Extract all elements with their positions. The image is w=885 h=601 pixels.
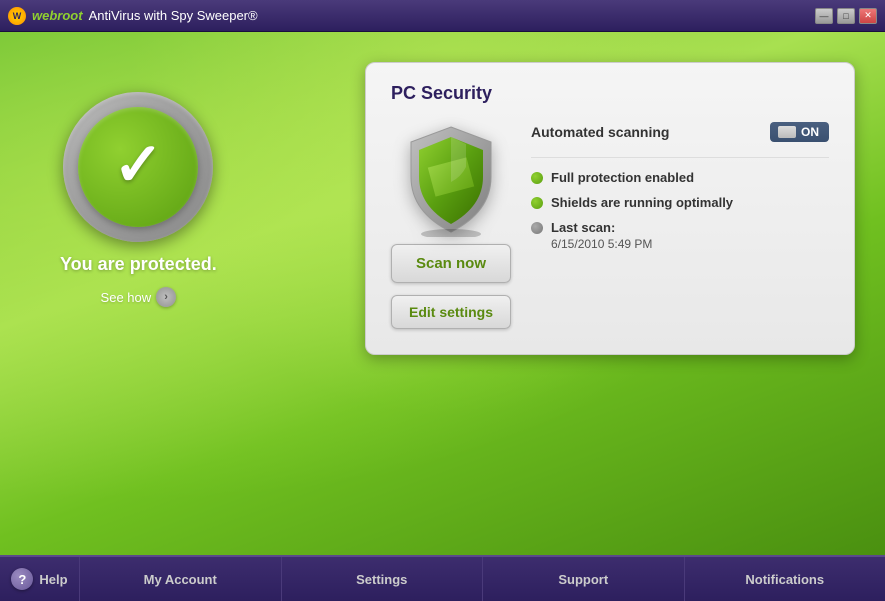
main-area: ✓ You are protected. See how › PC Securi… — [0, 32, 885, 555]
bottom-nav: ? Help My Account Settings Support Notif… — [0, 555, 885, 601]
nav-item-support[interactable]: Support — [483, 557, 685, 601]
panel-left: Scan now Edit settings — [391, 122, 511, 329]
nav-support-label: Support — [558, 572, 608, 587]
status-dot-gray — [531, 222, 543, 234]
status-list: Full protection enabled Shields are runn… — [531, 170, 829, 251]
last-scan-label: Last scan: — [551, 220, 652, 235]
status-dot-green-2 — [531, 197, 543, 209]
see-how-text: See how — [101, 290, 152, 305]
security-panel: PC Security — [365, 62, 855, 355]
nav-my-account-label: My Account — [144, 572, 217, 587]
shield-icon — [401, 122, 501, 232]
panel-title: PC Security — [391, 83, 829, 104]
nav-item-notifications[interactable]: Notifications — [685, 557, 885, 601]
nav-notifications-label: Notifications — [745, 572, 824, 587]
webroot-logo: W — [8, 7, 26, 25]
minimize-button[interactable]: — — [815, 8, 833, 24]
status-text-1: Full protection enabled — [551, 170, 694, 185]
toggle-slider — [778, 126, 796, 138]
nav-item-help[interactable]: ? Help — [0, 557, 80, 601]
scan-now-button[interactable]: Scan now — [391, 244, 511, 283]
protection-text: You are protected. — [60, 254, 217, 275]
title-bar: W webroot AntiVirus with Spy Sweeper® — … — [0, 0, 885, 32]
status-item-last-scan: Last scan: 6/15/2010 5:49 PM — [531, 220, 829, 251]
app-title: AntiVirus with Spy Sweeper® — [89, 8, 258, 23]
status-item-shields: Shields are running optimally — [531, 195, 829, 210]
automated-scanning-label: Automated scanning — [531, 124, 669, 140]
help-icon-circle: ? — [11, 568, 33, 590]
panel-body: Scan now Edit settings Automated scannin… — [391, 122, 829, 329]
maximize-button[interactable]: □ — [837, 8, 855, 24]
toggle-row: Automated scanning ON — [531, 122, 829, 158]
status-item-protection: Full protection enabled — [531, 170, 829, 185]
edit-settings-button[interactable]: Edit settings — [391, 295, 511, 329]
toggle-state: ON — [801, 125, 819, 139]
nav-settings-label: Settings — [356, 572, 407, 587]
toggle-on-button[interactable]: ON — [770, 122, 829, 142]
last-scan-date: 6/15/2010 5:49 PM — [551, 237, 652, 251]
title-bar-left: W webroot AntiVirus with Spy Sweeper® — [8, 7, 258, 25]
checkmark-circle: ✓ — [63, 92, 213, 242]
close-button[interactable]: ✕ — [859, 8, 877, 24]
checkmark-icon: ✓ — [113, 135, 163, 195]
app-name: webroot — [32, 8, 83, 23]
title-bar-controls: — □ ✕ — [815, 8, 877, 24]
nav-help-label: Help — [39, 572, 67, 587]
checkmark-inner: ✓ — [78, 107, 198, 227]
nav-item-settings[interactable]: Settings — [282, 557, 484, 601]
status-text-2: Shields are running optimally — [551, 195, 733, 210]
see-how-button[interactable]: › — [156, 287, 176, 307]
panel-right: Automated scanning ON Full protection en… — [531, 122, 829, 329]
protection-status-container: ✓ You are protected. See how › — [60, 92, 217, 307]
nav-item-my-account[interactable]: My Account — [80, 557, 282, 601]
see-how-container: See how › — [101, 287, 177, 307]
status-dot-green-1 — [531, 172, 543, 184]
